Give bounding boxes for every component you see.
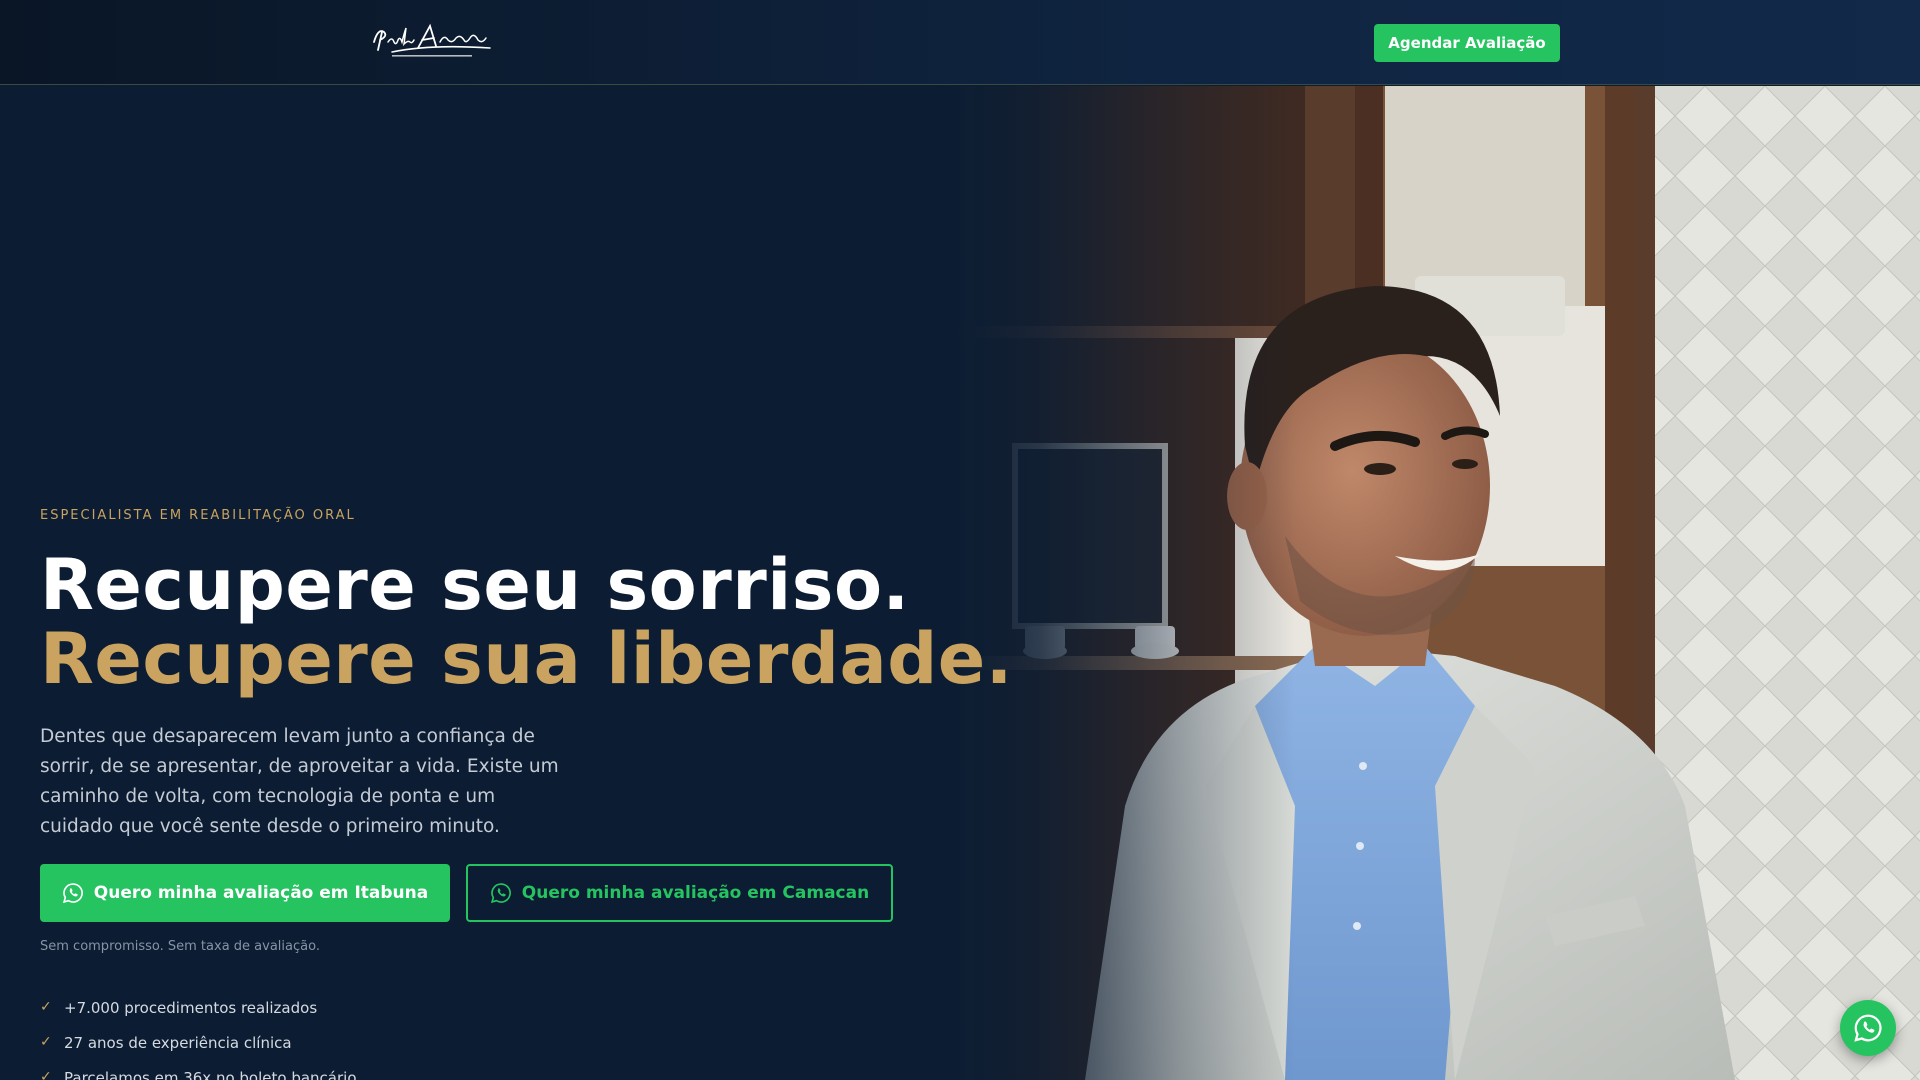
itabuna-evaluation-button[interactable]: Quero minha avaliação em Itabuna — [40, 864, 450, 922]
signature-logo-icon — [373, 23, 491, 57]
whatsapp-icon — [1854, 1014, 1882, 1042]
itabuna-button-label: Quero minha avaliação em Itabuna — [93, 883, 429, 903]
schedule-evaluation-button[interactable]: Agendar Avaliação — [1374, 24, 1560, 62]
benefits-list: ✓ +7.000 procedimentos realizados ✓ 27 a… — [40, 999, 357, 1080]
whatsapp-icon — [62, 882, 84, 904]
no-commitment-note: Sem compromisso. Sem taxa de avaliação. — [40, 939, 320, 954]
floating-whatsapp-button[interactable] — [1840, 1000, 1896, 1056]
benefit-text: 27 anos de experiência clínica — [64, 1034, 292, 1052]
site-header: Agendar Avaliação — [0, 0, 1920, 85]
whatsapp-icon — [490, 882, 512, 904]
benefit-item: ✓ 27 anos de experiência clínica — [40, 1034, 357, 1069]
benefit-text: +7.000 procedimentos realizados — [64, 999, 318, 1017]
hero-eyebrow: ESPECIALISTA EM REABILITAÇÃO ORAL — [40, 508, 356, 523]
benefit-text: Parcelamos em 36x no boleto bancário — [64, 1069, 357, 1080]
benefit-item: ✓ Parcelamos em 36x no boleto bancário — [40, 1069, 357, 1080]
check-icon: ✓ — [40, 999, 52, 1015]
headline-line-2: Recupere sua liberdade. — [40, 618, 1013, 700]
hero-description: Dentes que desaparecem levam junto a con… — [40, 726, 559, 837]
hero-photo-dentist — [955, 86, 1920, 1080]
brand-logo[interactable] — [370, 22, 494, 62]
hero-headline: Recupere seu sorriso. Recupere sua liber… — [40, 544, 1013, 700]
check-icon: ✓ — [40, 1069, 52, 1080]
check-icon: ✓ — [40, 1034, 52, 1050]
headline-line-1: Recupere seu sorriso. — [40, 544, 910, 626]
benefit-item: ✓ +7.000 procedimentos realizados — [40, 999, 357, 1034]
camacan-button-label: Quero minha avaliação em Camacan — [521, 883, 870, 903]
landing-page: Agendar Avaliação ESPECIALISTA EM REABIL… — [0, 0, 1920, 1080]
photo-gradient-overlay — [955, 86, 1295, 1080]
camacan-evaluation-button[interactable]: Quero minha avaliação em Camacan — [466, 864, 893, 922]
